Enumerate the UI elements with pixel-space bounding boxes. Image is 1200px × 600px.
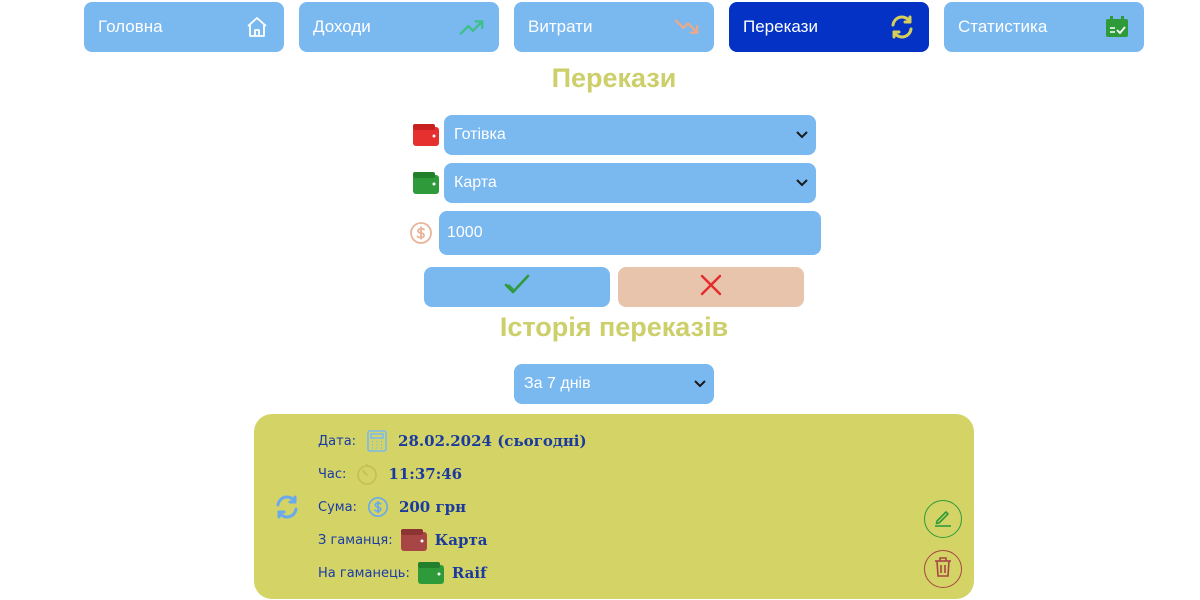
- period-select[interactable]: За 7 днів: [514, 364, 714, 404]
- wallet-brown-icon: [400, 527, 427, 553]
- chevron-down-icon: [796, 174, 808, 192]
- to-value: Raif: [451, 564, 487, 582]
- trending-up-icon: [459, 14, 485, 40]
- period-value: За 7 днів: [524, 375, 591, 392]
- timer-icon: [354, 461, 380, 487]
- from-wallet-row: Готівка: [412, 115, 816, 155]
- refresh-icon: [889, 14, 915, 40]
- calculator-icon: [364, 428, 390, 454]
- transfer-card: Дата: 28.02.2024 (сьогодні) Час: 11:37:4…: [254, 414, 974, 599]
- sum-value: 200 грн: [398, 498, 467, 516]
- entry-from-row: З гаманця: Карта: [318, 527, 487, 553]
- top-nav: Головна Доходи Витрати Перекази Статисти…: [84, 2, 1144, 52]
- edit-button[interactable]: [924, 500, 962, 538]
- checkmark-icon: [503, 273, 531, 302]
- sum-label: Сума:: [318, 499, 357, 515]
- wallet-red-icon: [412, 121, 440, 149]
- close-icon: [699, 273, 723, 302]
- time-value: 11:37:46: [388, 465, 463, 483]
- to-wallet-value: Карта: [454, 174, 497, 191]
- confirm-button[interactable]: [424, 267, 610, 307]
- wallet-green-icon: [412, 169, 440, 197]
- to-wallet-row: Карта: [412, 163, 816, 203]
- entry-to-row: На гаманець: Raif: [318, 560, 487, 586]
- trending-down-icon: [674, 14, 700, 40]
- nav-statistics[interactable]: Статистика: [944, 2, 1144, 52]
- nav-home-label: Головна: [98, 17, 163, 36]
- from-wallet-value: Готівка: [454, 126, 506, 143]
- amount-input[interactable]: 1000: [439, 211, 821, 255]
- date-value: 28.02.2024 (сьогодні): [398, 432, 587, 450]
- nav-statistics-label: Статистика: [958, 17, 1048, 36]
- amount-row: 1000: [407, 211, 821, 255]
- cancel-button[interactable]: [618, 267, 804, 307]
- dollar-icon: [407, 219, 435, 247]
- trash-icon: [933, 556, 953, 583]
- delete-button[interactable]: [924, 550, 962, 588]
- wallet-green-icon: [417, 560, 444, 586]
- nav-home[interactable]: Головна: [84, 2, 284, 52]
- to-label: На гаманець:: [318, 565, 410, 581]
- date-label: Дата:: [318, 433, 357, 449]
- dollar-icon: [365, 494, 391, 520]
- home-icon: [244, 14, 270, 40]
- from-value: Карта: [434, 531, 488, 549]
- to-wallet-select[interactable]: Карта: [444, 163, 816, 203]
- from-label: З гаманця:: [318, 532, 393, 548]
- nav-transfers-label: Перекази: [743, 17, 818, 36]
- history-title: Історія переказів: [499, 312, 729, 342]
- chevron-down-icon: [796, 126, 808, 144]
- amount-value: 1000: [447, 224, 483, 241]
- nav-transfers[interactable]: Перекази: [729, 2, 929, 52]
- nav-expenses-label: Витрати: [528, 17, 593, 36]
- nav-income[interactable]: Доходи: [299, 2, 499, 52]
- nav-expenses[interactable]: Витрати: [514, 2, 714, 52]
- calendar-check-icon: [1104, 14, 1130, 40]
- entry-sum-row: Сума: 200 грн: [318, 494, 466, 520]
- nav-income-label: Доходи: [313, 17, 371, 36]
- time-label: Час:: [318, 466, 347, 482]
- from-wallet-select[interactable]: Готівка: [444, 115, 816, 155]
- entry-time-row: Час: 11:37:46: [318, 461, 462, 487]
- page-title: Перекази: [551, 63, 677, 93]
- chevron-down-icon: [694, 375, 706, 393]
- entry-date-row: Дата: 28.02.2024 (сьогодні): [318, 428, 587, 454]
- transfer-refresh-icon: [274, 494, 300, 525]
- pencil-icon: [933, 507, 953, 532]
